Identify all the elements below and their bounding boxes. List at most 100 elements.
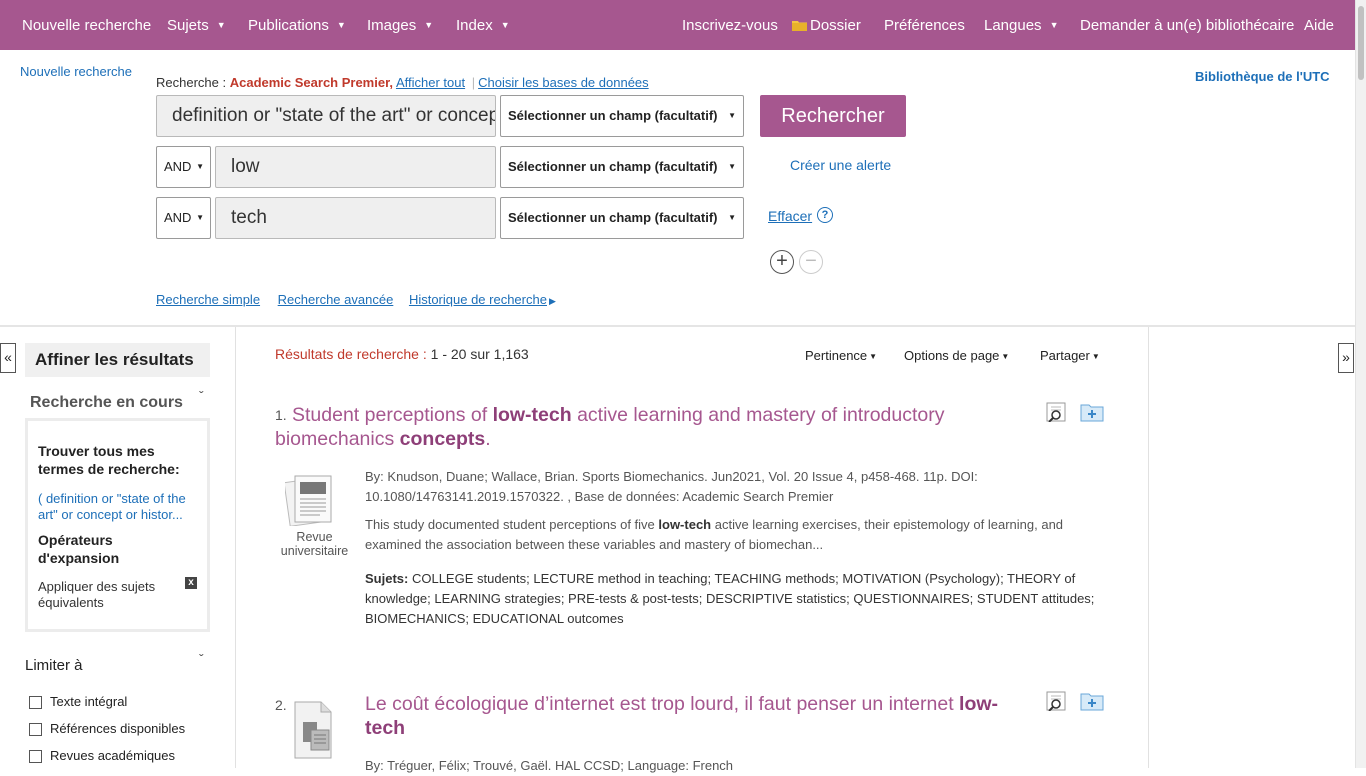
caret-down-icon: ▼ (728, 111, 736, 120)
search-button[interactable]: Rechercher (760, 95, 906, 137)
caret-down-icon: ▼ (196, 162, 204, 171)
scrollbar-thumb[interactable] (1358, 6, 1364, 80)
nav-publications[interactable]: Publications ▼ (248, 17, 346, 34)
nav-help[interactable]: Aide (1304, 17, 1334, 34)
chevron-down-icon[interactable]: ˇ (199, 388, 204, 404)
nav-images[interactable]: Images ▼ (367, 17, 433, 34)
nav-publications-label: Publications (248, 17, 329, 34)
nav-ask-librarian[interactable]: Demander à un(e) bibliothécaire (1080, 17, 1294, 34)
library-link[interactable]: Bibliothèque de l'UTC (1195, 69, 1330, 84)
abstract-highlight: low-tech (658, 517, 712, 532)
help-icon[interactable]: ? (817, 207, 833, 223)
search-input-1[interactable]: definition or "state of the art" or conc… (156, 95, 496, 137)
preview-icon[interactable] (1046, 691, 1070, 711)
caret-down-icon: ▼ (1049, 20, 1059, 30)
field-select-1[interactable]: Sélectionner un champ (facultatif) ▼ (500, 95, 744, 137)
caret-down-icon: ▼ (424, 20, 434, 30)
nav-register[interactable]: Inscrivez-vous (682, 17, 778, 34)
sort-relevance-dropdown[interactable]: Pertinence ▼ (805, 348, 877, 363)
search-mode-links: Recherche simple Recherche avancée Histo… (156, 292, 556, 307)
checkbox-full-text[interactable] (29, 696, 42, 709)
result-title-2[interactable]: Le coût écologique d’internet est trop l… (365, 692, 1005, 740)
results-count: Résultats de recherche : 1 - 20 sur 1,16… (275, 346, 529, 362)
limit-references-label[interactable]: Références disponibles (50, 721, 185, 736)
result-meta: By: Tréguer, Félix; Trouvé, Gaël. HAL CC… (365, 758, 734, 773)
search-input-2[interactable]: low (215, 146, 496, 188)
boolean-select-3[interactable]: AND ▼ (156, 197, 211, 239)
field-select-label: Sélectionner un champ (facultatif) (508, 108, 718, 123)
nav-languages[interactable]: Langues ▼ (984, 17, 1058, 34)
results-right-border (1148, 327, 1149, 768)
nav-preferences[interactable]: Préférences (884, 17, 965, 34)
document-icon (294, 701, 332, 759)
page-scrollbar[interactable] (1355, 0, 1366, 768)
create-alert-link[interactable]: Créer une alerte (790, 157, 891, 173)
caret-down-icon: ▼ (216, 20, 226, 30)
nav-index[interactable]: Index ▼ (456, 17, 510, 34)
remove-row-icon[interactable]: − (799, 250, 823, 274)
advanced-search-link[interactable]: Recherche avancée (278, 292, 394, 307)
apply-equivalent-subjects: Appliquer des sujets équivalents (38, 579, 156, 610)
preview-icon[interactable] (1046, 402, 1070, 422)
remove-icon[interactable]: x (185, 577, 197, 589)
nav-folder[interactable]: Dossier (792, 17, 861, 34)
share-dropdown[interactable]: Partager ▼ (1040, 348, 1100, 363)
caret-right-icon: ▶ (548, 296, 556, 306)
nav-subjects[interactable]: Sujets ▼ (167, 17, 226, 34)
page-options-dropdown[interactable]: Options de page ▼ (904, 348, 1009, 363)
add-to-folder-icon[interactable] (1080, 402, 1104, 422)
result-subjects: Sujets: COLLEGE students; LECTURE method… (365, 569, 1110, 629)
boolean-label: AND (164, 159, 192, 174)
limit-academic-journals-label[interactable]: Revues académiques (50, 748, 175, 763)
field-select-label: Sélectionner un champ (facultatif) (508, 210, 718, 225)
database-name: Academic Search Premier, (229, 75, 394, 90)
publication-type-label: Revue universitaire (280, 530, 349, 558)
nav-languages-label: Langues (984, 17, 1042, 34)
boolean-select-2[interactable]: AND ▼ (156, 146, 211, 188)
current-query-link[interactable]: ( definition or "state of the art" or co… (38, 491, 198, 523)
clear-link[interactable]: Effacer (768, 208, 812, 224)
checkbox-academic-journals[interactable] (29, 750, 42, 763)
search-input-3[interactable]: tech (215, 197, 496, 239)
caret-down-icon: ▼ (869, 352, 878, 361)
expand-right-panel-button[interactable]: » (1338, 343, 1354, 373)
title-highlight: low-tech (492, 404, 572, 426)
current-search-heading[interactable]: Recherche en cours (30, 394, 183, 412)
separator: | (471, 75, 476, 90)
collapse-sidebar-button[interactable]: « (0, 343, 16, 373)
find-all-terms-label: Trouver tous mes termes de recherche: (38, 443, 180, 477)
choose-databases-link[interactable]: Choisir les bases de données (478, 75, 649, 90)
current-search-box: Trouver tous mes termes de recherche: ( … (25, 418, 210, 632)
title-text: . (485, 428, 491, 450)
title-highlight: concepts (399, 428, 486, 450)
search-history-link[interactable]: Historique de recherche (409, 292, 547, 307)
caret-down-icon: ▼ (336, 20, 346, 30)
result-abstract: This study documented student perception… (365, 515, 1105, 555)
nav-subjects-label: Sujets (167, 17, 209, 34)
caret-down-icon: ▼ (1091, 352, 1100, 361)
page-options-label: Options de page (904, 348, 1000, 363)
chevron-down-icon[interactable]: ˇ (199, 651, 204, 667)
sort-label: Pertinence (805, 348, 868, 363)
field-select-3[interactable]: Sélectionner un champ (facultatif) ▼ (500, 197, 744, 239)
nav-index-label: Index (456, 17, 493, 34)
show-all-link[interactable]: Afficher tout (396, 75, 465, 90)
title-text: Student perceptions of (292, 404, 493, 426)
caret-down-icon: ▼ (196, 213, 204, 222)
checkbox-references[interactable] (29, 723, 42, 736)
top-navigation-bar: Nouvelle recherche Sujets ▼ Publications ▼… (0, 0, 1355, 50)
results-label: Résultats de recherche : (275, 346, 427, 362)
field-select-2[interactable]: Sélectionner un champ (facultatif) ▼ (500, 146, 744, 188)
nav-new-search[interactable]: Nouvelle recherche (22, 17, 151, 34)
simple-search-link[interactable]: Recherche simple (156, 292, 260, 307)
limit-full-text-label[interactable]: Texte intégral (50, 694, 127, 709)
limit-to-heading[interactable]: Limiter à (25, 657, 83, 674)
add-to-folder-icon[interactable] (1080, 691, 1104, 711)
result-title-1[interactable]: Student perceptions of low-tech active l… (275, 403, 1015, 451)
add-row-icon[interactable]: + (770, 250, 794, 274)
field-select-label: Sélectionner un champ (facultatif) (508, 159, 718, 174)
search-database-line: Recherche : Academic Search Premier, Aff… (156, 75, 649, 90)
subjects-text: COLLEGE students; LECTURE method in teac… (365, 571, 1095, 626)
new-search-link[interactable]: Nouvelle recherche (20, 64, 132, 79)
search-history-label: Historique de recherche (408, 292, 547, 307)
